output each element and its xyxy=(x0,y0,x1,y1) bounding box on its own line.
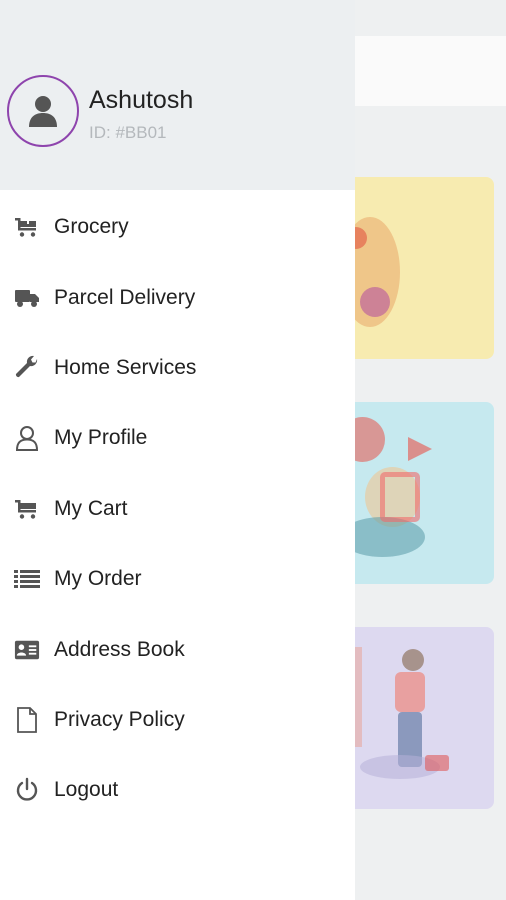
menu-item-my-profile[interactable]: My Profile xyxy=(0,403,355,473)
menu-label: Parcel Delivery xyxy=(54,285,196,309)
menu-item-my-order[interactable]: My Order xyxy=(0,544,355,614)
user-outline-icon xyxy=(14,425,40,452)
menu-item-grocery[interactable]: Grocery xyxy=(0,192,355,262)
menu-label: My Cart xyxy=(54,496,128,520)
background-search-bar xyxy=(340,36,506,106)
cleaner-body-illustration xyxy=(395,672,425,712)
menu-label: Grocery xyxy=(54,215,129,239)
menu-label: Address Book xyxy=(54,637,185,661)
home-service-card[interactable] xyxy=(340,627,494,809)
menu-label: My Order xyxy=(54,567,142,591)
menu-label: My Profile xyxy=(54,426,148,450)
parcel-service-card[interactable] xyxy=(340,402,494,584)
bucket-illustration xyxy=(425,755,449,771)
user-id: ID: #BB01 xyxy=(89,123,167,142)
menu-label: Logout xyxy=(54,778,119,802)
truck-icon xyxy=(14,285,40,311)
navigation-drawer: Ashutosh ID: #BB01 Grocery Parcel Delive… xyxy=(0,0,355,900)
cleaner-head-illustration xyxy=(402,649,424,671)
parcel-box-illustration xyxy=(380,472,420,522)
user-avatar-icon xyxy=(29,96,57,127)
menu-label: Privacy Policy xyxy=(54,707,185,731)
list-icon xyxy=(14,566,40,592)
menu-item-logout[interactable]: Logout xyxy=(0,755,355,825)
menu-item-address-book[interactable]: Address Book xyxy=(0,614,355,684)
menu-label: Home Services xyxy=(54,355,197,379)
menu-item-home-services[interactable]: Home Services xyxy=(0,333,355,403)
flag-illustration xyxy=(408,437,432,461)
drawer-header: Ashutosh ID: #BB01 xyxy=(0,0,355,190)
document-icon xyxy=(14,707,40,733)
menu-item-parcel-delivery[interactable]: Parcel Delivery xyxy=(0,262,355,332)
menu-item-my-cart[interactable]: My Cart xyxy=(0,474,355,544)
menu-item-privacy-policy[interactable]: Privacy Policy xyxy=(0,685,355,755)
user-name: Ashutosh xyxy=(89,86,194,114)
drawer-menu: Grocery Parcel Delivery Home Services My… xyxy=(0,192,355,826)
address-card-icon xyxy=(14,637,40,663)
wrench-icon xyxy=(14,355,40,381)
power-icon xyxy=(14,777,40,803)
grocery-service-card[interactable] xyxy=(340,177,494,359)
fruit-illustration xyxy=(360,287,390,317)
cart-icon xyxy=(14,496,40,522)
cart-plus-icon xyxy=(14,214,40,240)
avatar[interactable] xyxy=(7,75,79,147)
